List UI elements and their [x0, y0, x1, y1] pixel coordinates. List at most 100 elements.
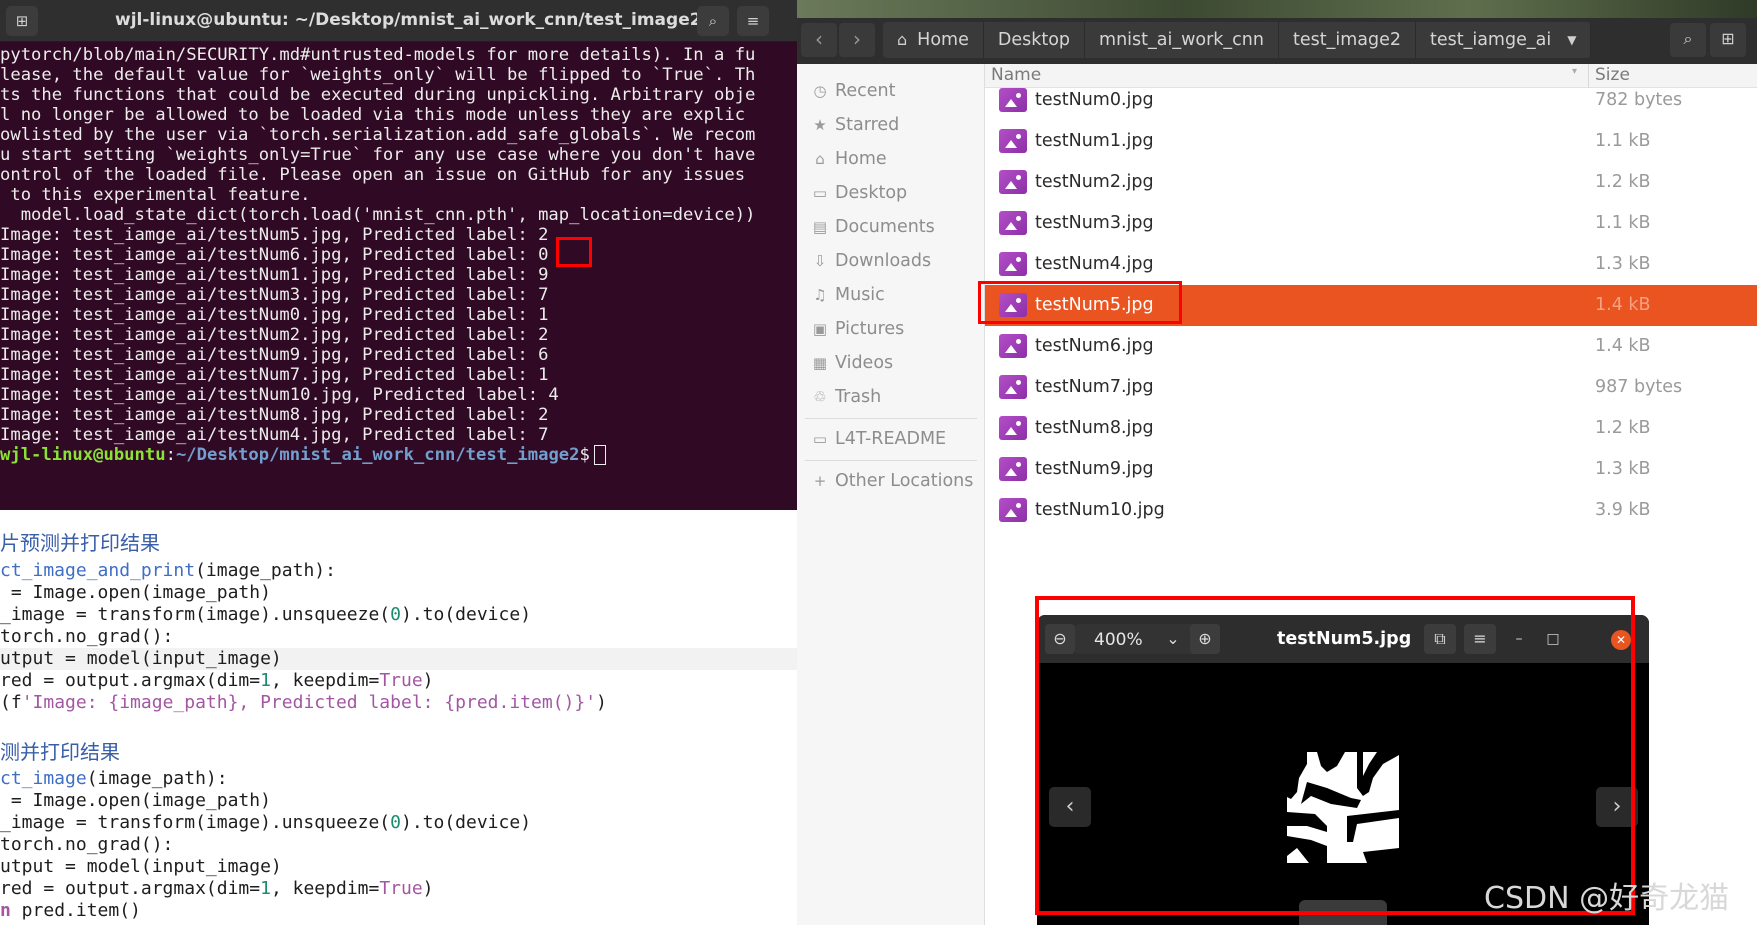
- sidebar-item-downloads[interactable]: ⇩ Downloads: [797, 246, 985, 276]
- search-icon[interactable]: ⌕: [1670, 23, 1706, 57]
- image-file-icon: [999, 416, 1027, 440]
- file-row[interactable]: testNum0.jpg 782 bytes: [985, 80, 1757, 121]
- file-row[interactable]: testNum1.jpg 1.1 kB: [985, 121, 1757, 162]
- terminal-output[interactable]: pytorch/blob/main/SECURITY.md#untrusted-…: [0, 44, 797, 510]
- file-row[interactable]: testNum3.jpg 1.1 kB: [985, 203, 1757, 244]
- dropdown-arrow-icon[interactable]: ▼: [1567, 22, 1576, 58]
- drive-icon: ▭: [812, 430, 828, 448]
- code-editor[interactable]: 片预测并打印结果 ct_image_and_print(image_path):…: [0, 510, 797, 925]
- terminal-line: Image: test_iamge_ai/testNum9.jpg, Predi…: [0, 345, 549, 365]
- prompt-separator: :: [165, 445, 176, 465]
- terminal-line: ontrol of the loaded file. Please open a…: [0, 165, 746, 185]
- places-sidebar: ◷ Recent ★ Starred ⌂ Home ▭ Desktop ▤ Documen…: [797, 64, 985, 925]
- annotation-highlight-box: [1035, 596, 1635, 915]
- sidebar-item-desktop[interactable]: ▭ Desktop: [797, 178, 985, 208]
- breadcrumb-home[interactable]: ⌂ Home: [883, 22, 984, 58]
- breadcrumb-mnist-ai-work-cnn[interactable]: mnist_ai_work_cnn: [1085, 22, 1279, 58]
- terminal-line: lease, the default value for `weights_on…: [0, 65, 756, 85]
- plus-icon: +: [813, 472, 827, 490]
- code-comment: 片预测并打印结果: [0, 531, 160, 555]
- terminal-line: ts the functions that could be executed …: [0, 85, 756, 105]
- prompt-symbol: $: [579, 445, 590, 465]
- new-tab-icon[interactable]: ⊞: [6, 6, 38, 36]
- hamburger-menu-icon[interactable]: ≡: [737, 6, 769, 36]
- image-file-icon: [999, 88, 1027, 112]
- code-line: red = output.argmax(dim=1, keepdim=True): [0, 670, 434, 691]
- sidebar-item-home[interactable]: ⌂ Home: [797, 144, 985, 174]
- terminal-line: to this experimental feature.: [0, 185, 311, 205]
- home-icon: ⌂: [897, 30, 908, 49]
- terminal-title: wjl-linux@ubuntu: ~/Desktop/mnist_ai_wor…: [115, 10, 702, 30]
- breadcrumb-test-image2[interactable]: test_image2: [1279, 22, 1416, 58]
- terminal-line: Image: test_iamge_ai/testNum0.jpg, Predi…: [0, 305, 549, 325]
- sidebar-item-trash[interactable]: ♲ Trash: [797, 382, 985, 412]
- code-line: torch.no_grad():: [0, 626, 174, 647]
- terminal-line: owlisted by the user via `torch.serializ…: [0, 125, 756, 145]
- sort-arrow-icon: ▾: [1572, 66, 1578, 77]
- code-line: torch.no_grad():: [0, 834, 174, 855]
- text-cursor: [593, 445, 606, 465]
- sidebar-item-recent[interactable]: ◷ Recent: [797, 76, 985, 106]
- code-line: = Image.open(image_path): [0, 582, 271, 603]
- file-row[interactable]: testNum7.jpg 987 bytes: [985, 367, 1757, 408]
- file-row[interactable]: testNum2.jpg 1.2 kB: [985, 162, 1757, 203]
- code-line: ct_image_and_print(image_path):: [0, 560, 336, 581]
- breadcrumb: ⌂ Home Desktop mnist_ai_work_cnn test_ima…: [883, 22, 1592, 58]
- music-icon: ♫: [813, 286, 827, 304]
- terminal-line: pytorch/blob/main/SECURITY.md#untrusted-…: [0, 45, 756, 65]
- chevron-left-icon[interactable]: ‹: [801, 23, 837, 57]
- code-line: n pred.item(): [0, 900, 141, 921]
- image-file-icon: [999, 334, 1027, 358]
- terminal-line: model.load_state_dict(torch.load('mnist_…: [0, 205, 756, 225]
- image-file-icon: [999, 170, 1027, 194]
- annotation-highlight-box: [978, 281, 1182, 324]
- terminal-line: Image: test_iamge_ai/testNum1.jpg, Predi…: [0, 265, 549, 285]
- file-row[interactable]: testNum8.jpg 1.2 kB: [985, 408, 1757, 449]
- sidebar-divider: [805, 460, 977, 461]
- sidebar-item-documents[interactable]: ▤ Documents: [797, 212, 985, 242]
- annotation-highlight-box: [556, 237, 592, 267]
- sidebar-item-music[interactable]: ♫ Music: [797, 280, 985, 310]
- star-icon: ★: [813, 116, 827, 134]
- breadcrumb-desktop[interactable]: Desktop: [984, 22, 1086, 58]
- sidebar-item-pictures[interactable]: ▣ Pictures: [797, 314, 985, 344]
- terminal-line: Image: test_iamge_ai/testNum10.jpg, Pred…: [0, 385, 559, 405]
- terminal-line: l no longer be allowed to be loaded via …: [0, 105, 746, 125]
- video-icon: ▦: [812, 354, 828, 372]
- watermark: CSDN @好奇龙猫: [1484, 881, 1730, 916]
- sidebar-item-videos[interactable]: ▦ Videos: [797, 348, 985, 378]
- image-file-icon: [999, 252, 1027, 276]
- sidebar-item-l4t-readme[interactable]: ▭ L4T-README: [797, 424, 985, 454]
- code-line-current: utput = model(input_image): [0, 648, 797, 670]
- sidebar-item-other-locations[interactable]: + Other Locations: [797, 466, 985, 496]
- file-manager-header: ‹ › ⌂ Home Desktop mnist_ai_work_cnn test…: [797, 18, 1757, 64]
- prompt-path: ~/Desktop/mnist_ai_work_cnn/test_image2: [175, 445, 580, 465]
- chevron-right-icon[interactable]: ›: [839, 23, 875, 57]
- prompt-user: wjl-linux@ubuntu: [0, 445, 166, 465]
- picture-icon: ▣: [812, 320, 828, 338]
- terminal-line: Image: test_iamge_ai/testNum4.jpg, Predi…: [0, 425, 549, 445]
- file-row[interactable]: testNum6.jpg 1.4 kB: [985, 326, 1757, 367]
- file-row[interactable]: testNum4.jpg 1.3 kB: [985, 244, 1757, 285]
- download-icon: ⇩: [813, 252, 827, 270]
- breadcrumb-test-iamge-ai[interactable]: test_iamge_ai ▼: [1416, 22, 1592, 58]
- terminal-prompt: wjl-linux@ubuntu:~/Desktop/mnist_ai_work…: [0, 444, 606, 466]
- image-file-icon: [999, 457, 1027, 481]
- terminal-line: u start setting `weights_only=True` for …: [0, 145, 756, 165]
- terminal-window[interactable]: ⊞ wjl-linux@ubuntu: ~/Desktop/mnist_ai_w…: [0, 0, 797, 510]
- home-icon: ⌂: [815, 150, 825, 168]
- terminal-line: Image: test_iamge_ai/testNum8.jpg, Predi…: [0, 405, 549, 425]
- image-file-icon: [999, 129, 1027, 153]
- sidebar-divider: [805, 418, 977, 419]
- grid-view-icon[interactable]: ⊞: [1710, 23, 1746, 57]
- code-comment: 测并打印结果: [0, 740, 120, 764]
- terminal-line: Image: test_iamge_ai/testNum5.jpg, Predi…: [0, 225, 549, 245]
- sidebar-item-starred[interactable]: ★ Starred: [797, 110, 985, 140]
- search-icon[interactable]: ⌕: [697, 6, 729, 36]
- code-line: ct_image(image_path):: [0, 768, 228, 789]
- desktop-icon: ▭: [812, 184, 828, 202]
- file-row[interactable]: testNum9.jpg 1.3 kB: [985, 449, 1757, 490]
- code-line: _image = transform(image).unsqueeze(0).t…: [0, 604, 532, 625]
- document-icon: ▤: [812, 218, 828, 236]
- file-row[interactable]: testNum10.jpg 3.9 kB: [985, 490, 1757, 531]
